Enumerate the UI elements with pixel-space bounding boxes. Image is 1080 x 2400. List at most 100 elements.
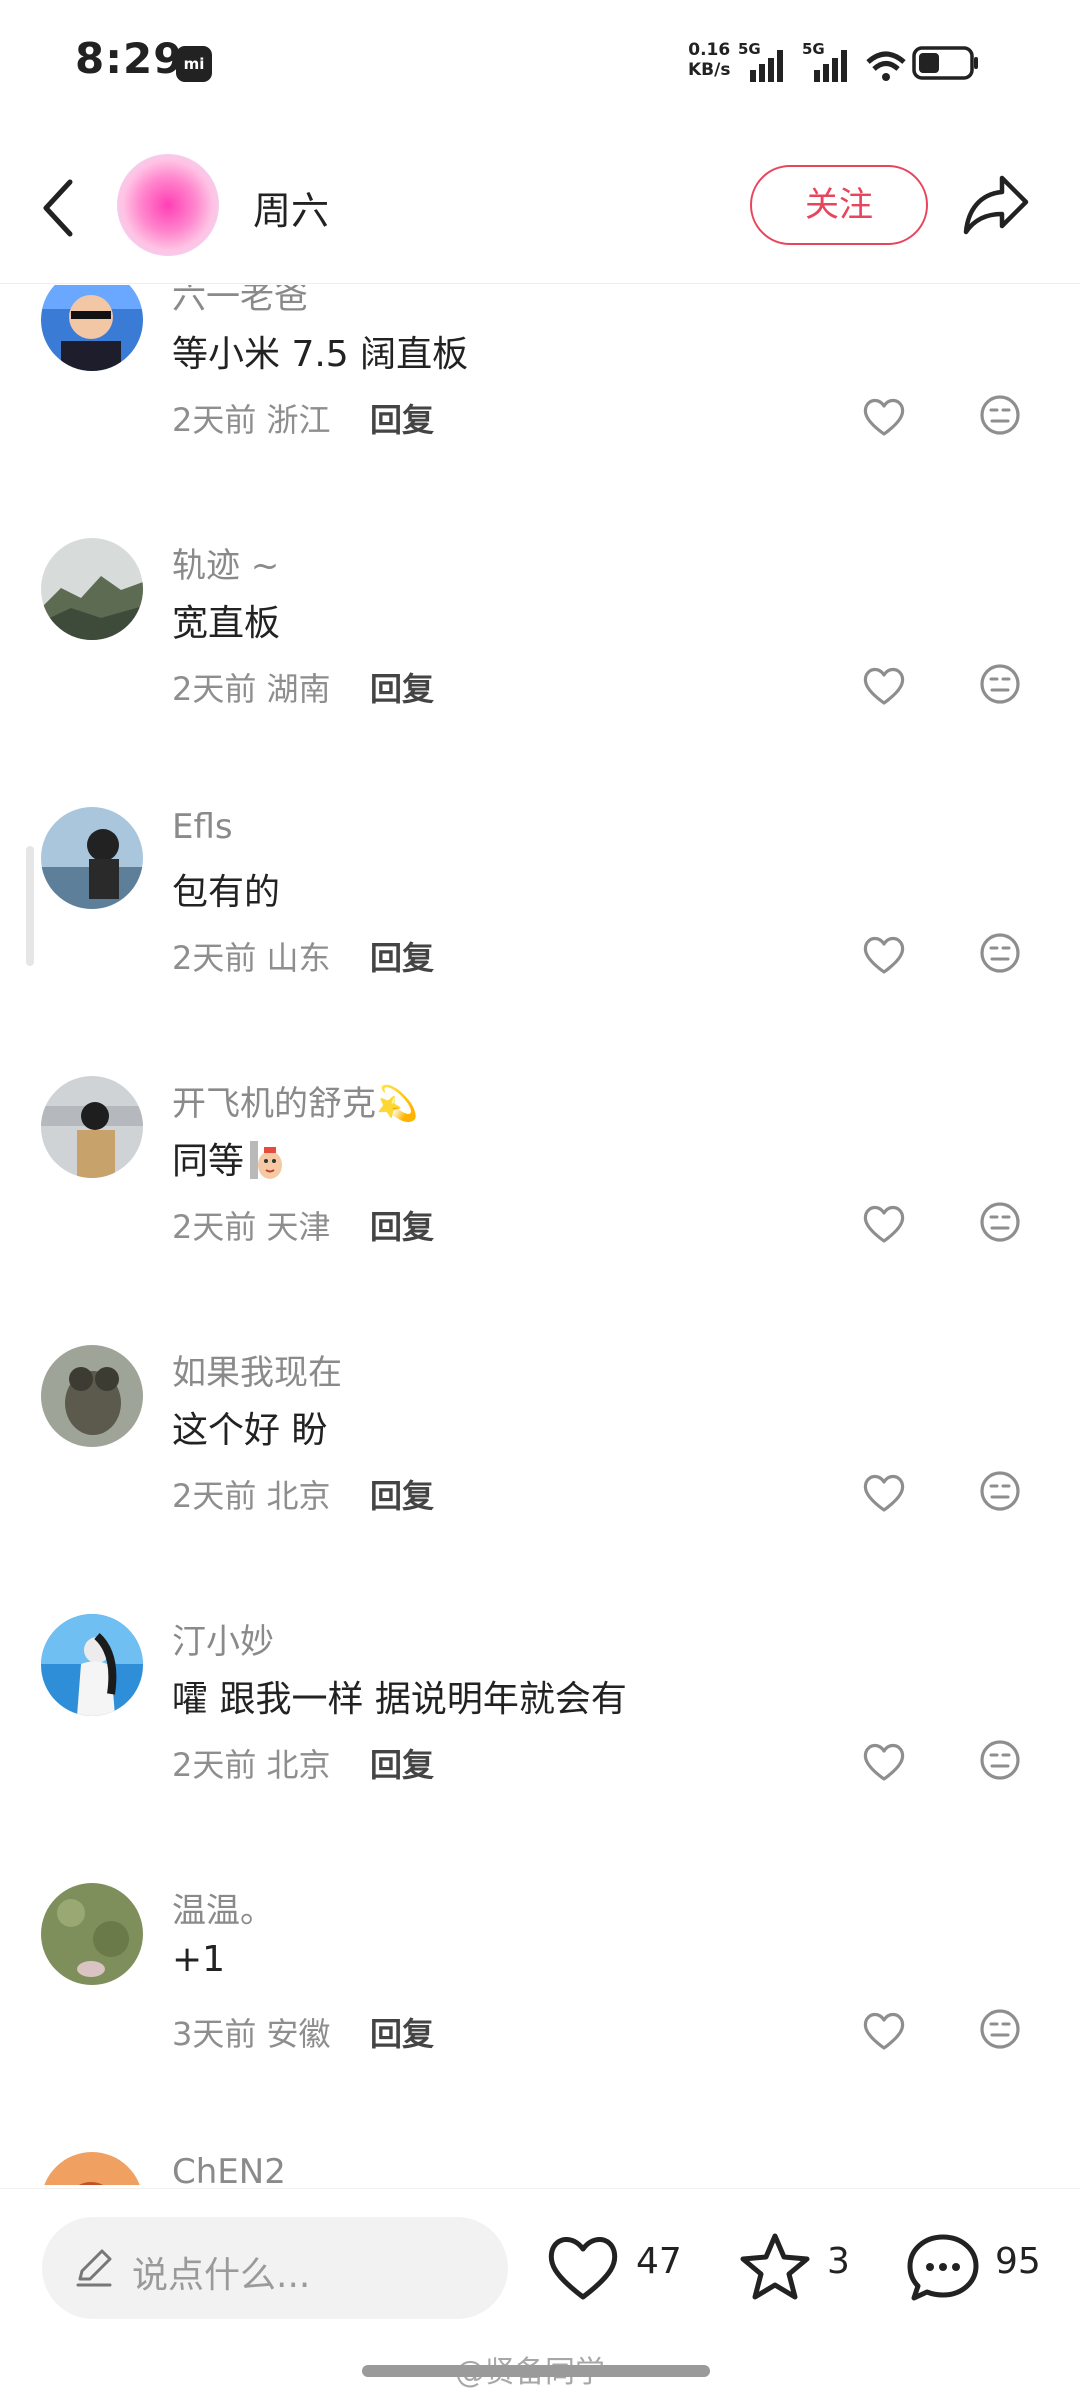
signal-wifi-battery-icon: 5G 5G [738,40,978,82]
comment-location: 湖南 [266,670,331,708]
comment-location: 天津 [266,1208,331,1246]
dislike-face-icon[interactable] [978,2007,1022,2051]
comment-item: 开飞机的舒克💫 同等 2天前 天津 回复 [0,1076,1080,1344]
comment-input-placeholder: 说点什么... [132,2255,311,2296]
comment-count: 95 [995,2241,1041,2282]
dislike-face-icon[interactable] [978,1738,1022,1782]
comment-meta: 2天前 天津 [172,1202,331,1248]
comment-time: 2天前 [172,1208,257,1246]
reply-button[interactable]: 回复 [370,933,434,979]
avatar-image [41,807,143,909]
comment-item: 温温。 +1 3天前 安徽 回复 [0,1883,1080,2151]
commenter-name[interactable]: 如果我现在 [172,1345,342,1394]
comment-time: 2天前 [172,670,257,708]
reply-button[interactable]: 回复 [370,664,434,710]
reply-button[interactable]: 回复 [370,395,434,441]
comment-item: ChEN2 [0,2152,1080,2185]
comment-time: 2天前 [172,1746,257,1784]
commenter-name[interactable]: ChEN2 [172,2152,286,2185]
comment-item: 六一老爸 等小米 7.5 阔直板 2天前 浙江 回复 [0,285,1080,537]
reply-button[interactable]: 回复 [370,1471,434,1517]
comment-list[interactable]: 六一老爸 等小米 7.5 阔直板 2天前 浙江 回复 轨迹 ~ 宽直板 2天前 … [0,285,1080,2185]
heart-icon[interactable] [862,666,906,706]
comment-item: 轨迹 ~ 宽直板 2天前 湖南 回复 [0,538,1080,806]
commenter-avatar[interactable] [41,1345,143,1447]
commenter-avatar[interactable] [41,1614,143,1716]
avatar-image [41,2152,143,2185]
follow-button[interactable]: 关注 [750,165,928,245]
star-count: 3 [827,2241,850,2282]
like-count: 47 [636,2241,682,2282]
share-icon[interactable] [962,172,1030,238]
heart-icon[interactable] [862,1742,906,1782]
commenter-avatar[interactable] [41,285,143,371]
heart-icon[interactable] [862,935,906,975]
author-name[interactable]: 周六 [253,180,329,235]
comment-location: 山东 [266,939,331,977]
dislike-face-icon[interactable] [978,393,1022,437]
reply-button[interactable]: 回复 [370,1202,434,1248]
net-label-2: 5G [802,40,825,58]
commenter-name[interactable]: 温温。 [172,1883,274,1932]
commenter-name[interactable]: 轨迹 ~ [172,538,279,587]
heart-icon[interactable] [862,2011,906,2051]
commenter-name[interactable]: 汀小妙 [172,1614,274,1663]
comment-meta: 3天前 安徽 [172,2009,331,2055]
commenter-avatar[interactable] [41,2152,143,2185]
comment-text: +1 [172,1939,226,1980]
comment-input[interactable]: 说点什么... [42,2217,508,2319]
comment-meta: 2天前 山东 [172,933,331,979]
commenter-name[interactable]: 六一老爸 [172,285,308,318]
dislike-face-icon[interactable] [978,662,1022,706]
comment-text: 等小米 7.5 阔直板 [172,334,469,375]
avatar-image [41,1883,143,1985]
like-icon[interactable] [546,2233,620,2303]
reply-button[interactable]: 回复 [370,2009,434,2055]
mi-badge-icon: mi [176,46,212,82]
comment-time: 2天前 [172,401,257,439]
commenter-avatar[interactable] [41,1076,143,1178]
author-avatar[interactable] [117,154,219,256]
star-icon[interactable] [738,2231,812,2303]
heart-icon[interactable] [862,1204,906,1244]
comment-item: Efls 包有的 2天前 山东 回复 [0,807,1080,1075]
avatar-image [41,285,143,371]
network-speed-unit: KB/s [688,60,731,80]
comment-time: 3天前 [172,2015,257,2053]
pencil-icon [76,2249,112,2287]
network-speed-value: 0.16 [688,40,731,60]
avatar-image [41,1614,143,1716]
comment-text: 宽直板 [172,603,281,644]
back-icon[interactable] [36,176,80,240]
avatar-image [41,538,143,640]
commenter-name[interactable]: Efls [172,807,233,847]
heart-icon[interactable] [862,397,906,437]
comment-location: 安徽 [266,2015,331,2053]
dislike-face-icon[interactable] [978,1469,1022,1513]
heart-icon[interactable] [862,1473,906,1513]
commenter-avatar[interactable] [41,807,143,909]
comment-text: 这个好 盼 [172,1410,328,1451]
comment-meta: 2天前 北京 [172,1471,331,1517]
comment-icon[interactable] [906,2231,980,2303]
comment-location: 浙江 [266,401,331,439]
comment-time: 2天前 [172,939,257,977]
commenter-name[interactable]: 开飞机的舒克💫 [172,1076,418,1125]
comment-location: 北京 [266,1746,331,1784]
home-indicator[interactable] [362,2365,710,2377]
commenter-avatar[interactable] [41,1883,143,1985]
reply-button[interactable]: 回复 [370,1740,434,1786]
net-label-1: 5G [738,40,761,58]
dislike-face-icon[interactable] [978,1200,1022,1244]
dislike-face-icon[interactable] [978,931,1022,975]
bottom-action-bar: 说点什么... 47 3 95 @贤备同学 [0,2188,1080,2400]
comment-text-value: 同等 [172,1141,245,1182]
avatar-image [41,1345,143,1447]
status-time: 8:29 [75,34,184,83]
comment-location: 北京 [266,1477,331,1515]
comment-item: 如果我现在 这个好 盼 2天前 北京 回复 [0,1345,1080,1613]
commenter-avatar[interactable] [41,538,143,640]
scroll-indicator[interactable] [26,846,34,966]
network-speed: 0.16 KB/s [688,40,730,80]
comment-text: 嚯 跟我一样 据说明年就会有 [172,1679,627,1720]
